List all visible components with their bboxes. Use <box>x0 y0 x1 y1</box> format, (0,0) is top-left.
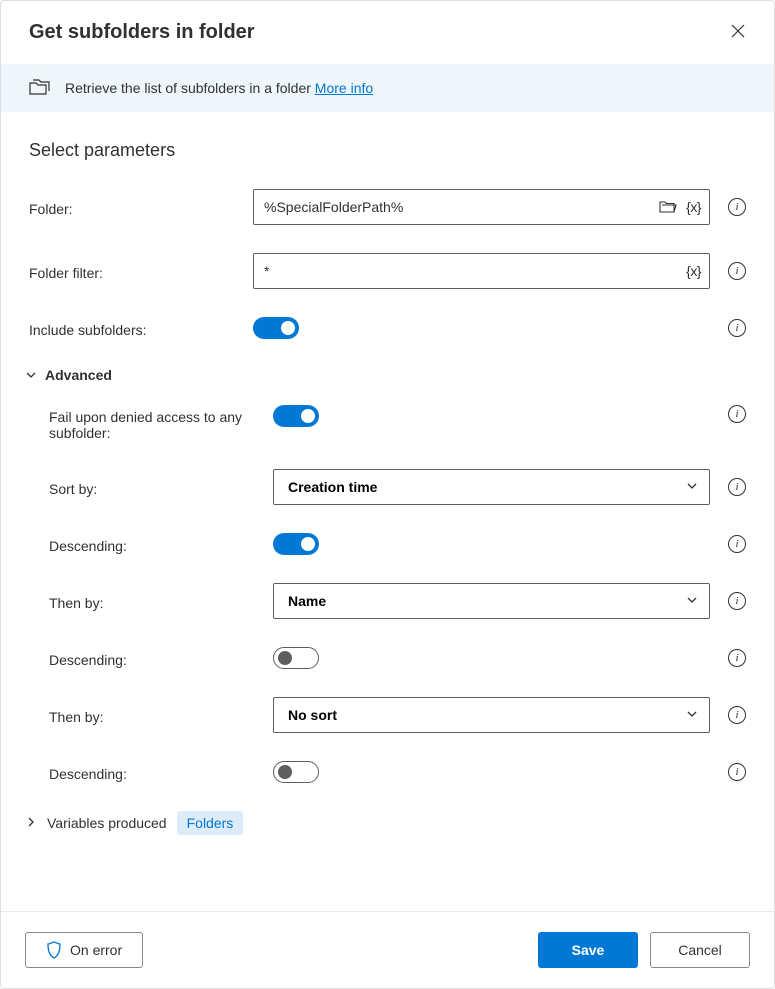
then-by-select-1[interactable]: Name <box>273 583 710 619</box>
descending-toggle-2[interactable] <box>273 647 319 669</box>
dialog-title: Get subfolders in folder <box>29 21 255 44</box>
info-icon[interactable]: i <box>728 649 746 667</box>
info-icon[interactable]: i <box>728 706 746 724</box>
include-subfolders-toggle[interactable] <box>253 317 299 339</box>
content-area: Select parameters Folder: {x} i Folder f… <box>1 112 774 911</box>
shield-icon <box>46 941 62 959</box>
info-icon[interactable]: i <box>728 262 746 280</box>
on-error-button[interactable]: On error <box>25 932 143 968</box>
info-icon[interactable]: i <box>728 198 746 216</box>
then-by-label: Then by: <box>49 591 263 611</box>
close-button[interactable] <box>726 19 750 46</box>
folder-label: Folder: <box>29 197 243 217</box>
banner-text: Retrieve the list of subfolders in a fol… <box>65 80 373 96</box>
folder-open-icon <box>659 200 677 214</box>
filter-input[interactable] <box>253 253 710 289</box>
advanced-label: Advanced <box>45 367 112 383</box>
title-bar: Get subfolders in folder <box>1 1 774 64</box>
info-icon[interactable]: i <box>728 478 746 496</box>
variables-produced-label: Variables produced <box>47 815 167 831</box>
descending-label: Descending: <box>49 762 263 782</box>
info-icon[interactable]: i <box>728 319 746 337</box>
descending-label: Descending: <box>49 648 263 668</box>
variable-badge[interactable]: Folders <box>177 811 244 835</box>
include-subfolders-label: Include subfolders: <box>29 318 243 338</box>
variable-picker-button[interactable]: {x} <box>683 197 704 217</box>
fail-denied-toggle[interactable] <box>273 405 319 427</box>
folders-icon <box>29 78 51 98</box>
info-icon[interactable]: i <box>728 592 746 610</box>
dialog-footer: On error Save Cancel <box>1 911 774 988</box>
sort-by-label: Sort by: <box>49 477 263 497</box>
advanced-expander[interactable]: Advanced <box>25 367 746 383</box>
descending-label: Descending: <box>49 534 263 554</box>
cancel-button[interactable]: Cancel <box>650 932 750 968</box>
descending-toggle-3[interactable] <box>273 761 319 783</box>
variable-picker-button[interactable]: {x} <box>683 261 704 281</box>
more-info-link[interactable]: More info <box>315 80 373 96</box>
info-icon[interactable]: i <box>728 763 746 781</box>
close-icon <box>730 23 746 39</box>
chevron-down-icon <box>25 369 37 381</box>
fail-denied-label: Fail upon denied access to any subfolder… <box>49 405 263 441</box>
info-icon[interactable]: i <box>728 405 746 423</box>
browse-folder-button[interactable] <box>659 200 677 214</box>
info-banner: Retrieve the list of subfolders in a fol… <box>1 64 774 112</box>
filter-label: Folder filter: <box>29 261 243 281</box>
chevron-right-icon <box>25 816 37 828</box>
info-icon[interactable]: i <box>728 535 746 553</box>
section-title: Select parameters <box>29 140 746 161</box>
sort-by-select[interactable]: Creation time <box>273 469 710 505</box>
variables-produced-expander[interactable]: Variables produced Folders <box>25 811 746 835</box>
save-button[interactable]: Save <box>538 932 638 968</box>
then-by-select-2[interactable]: No sort <box>273 697 710 733</box>
descending-toggle-1[interactable] <box>273 533 319 555</box>
then-by-label: Then by: <box>49 705 263 725</box>
folder-input[interactable] <box>253 189 710 225</box>
